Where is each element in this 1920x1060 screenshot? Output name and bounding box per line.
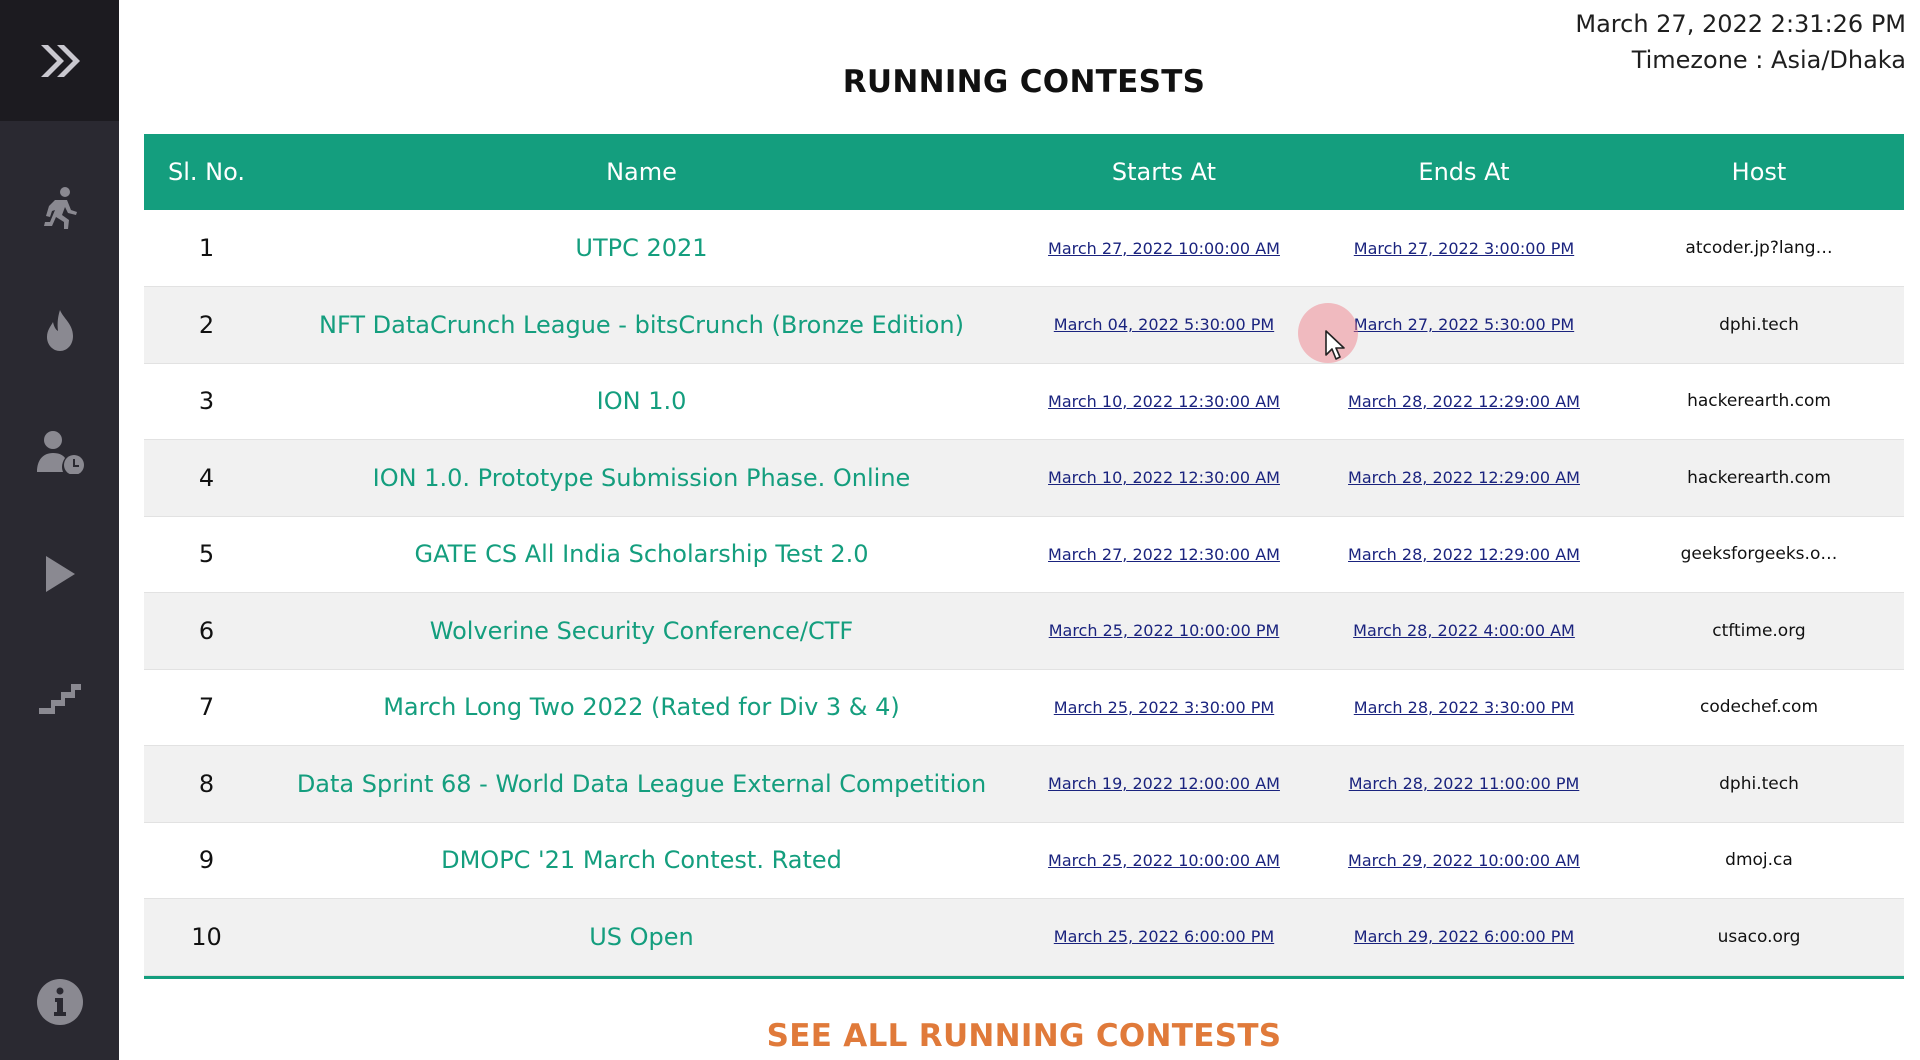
table-row: 4 ION 1.0. Prototype Submission Phase. O… [144, 439, 1904, 516]
contest-name-link[interactable]: US Open [589, 923, 694, 951]
table-row: 3 ION 1.0 March 10, 2022 12:30:00 AM Mar… [144, 363, 1904, 440]
host-cell: dmoj.ca [1725, 850, 1793, 871]
see-all-running-contests-link[interactable]: SEE ALL RUNNING CONTESTS [144, 1018, 1904, 1054]
start-time-link[interactable]: March 25, 2022 10:00:00 AM [1048, 851, 1280, 870]
host-cell: geeksforgeeks.o… [1680, 544, 1838, 565]
current-datetime: March 27, 2022 2:31:26 PM [1575, 10, 1906, 38]
user-clock-icon [36, 431, 84, 474]
header-sl-no: Sl. No. [167, 158, 245, 186]
host-cell: atcoder.jp?lang… [1685, 238, 1833, 258]
host-cell: dphi.tech [1719, 314, 1799, 335]
end-time-link[interactable]: March 28, 2022 3:30:00 PM [1354, 698, 1574, 717]
end-time-link[interactable]: March 29, 2022 10:00:00 AM [1348, 851, 1580, 870]
page-title: RUNNING CONTESTS [842, 64, 1206, 100]
row-sl-no: 9 [198, 846, 215, 875]
end-time-link[interactable]: March 28, 2022 12:29:00 AM [1348, 545, 1580, 564]
table-row: 10 US Open March 25, 2022 6:00:00 PM Mar… [144, 898, 1904, 975]
contest-name-link[interactable]: UTPC 2021 [575, 234, 707, 262]
contest-name-link[interactable]: ION 1.0 [597, 387, 687, 415]
start-time-link[interactable]: March 27, 2022 10:00:00 AM [1048, 239, 1280, 258]
start-time-link[interactable]: March 25, 2022 3:30:00 PM [1054, 698, 1274, 717]
sidebar-item-live[interactable] [0, 544, 119, 604]
end-time-link[interactable]: March 28, 2022 11:00:00 PM [1349, 774, 1580, 793]
table-row: 9 DMOPC '21 March Contest. Rated March 2… [144, 822, 1904, 899]
contest-name-link[interactable]: March Long Two 2022 (Rated for Div 3 & 4… [383, 693, 900, 721]
table-row: 8 Data Sprint 68 - World Data League Ext… [144, 745, 1904, 822]
row-sl-no: 6 [198, 616, 215, 645]
row-sl-no: 4 [198, 463, 215, 492]
header-ends-at: Ends At [1418, 158, 1510, 186]
row-sl-no: 1 [198, 234, 215, 262]
row-sl-no: 10 [191, 922, 222, 951]
host-cell: dphi.tech [1719, 773, 1799, 794]
contest-name-link[interactable]: Data Sprint 68 - World Data League Exter… [297, 770, 986, 798]
sidebar-item-info[interactable] [0, 972, 119, 1032]
host-cell: hackerearth.com [1687, 467, 1831, 488]
table-row: 6 Wolverine Security Conference/CTF Marc… [144, 592, 1904, 669]
end-time-link[interactable]: March 29, 2022 6:00:00 PM [1354, 927, 1574, 946]
table-row: 2 NFT DataCrunch League - bitsCrunch (Br… [144, 286, 1904, 363]
sidebar-expand-button[interactable] [0, 0, 119, 121]
start-time-link[interactable]: March 25, 2022 10:00:00 PM [1049, 621, 1280, 640]
sidebar [0, 0, 119, 1060]
contest-name-link[interactable]: GATE CS All India Scholarship Test 2.0 [414, 540, 868, 568]
host-cell: ctftime.org [1712, 620, 1806, 641]
host-cell: usaco.org [1717, 926, 1801, 947]
row-sl-no: 7 [198, 693, 215, 722]
table-header-row: Sl. No. Name Starts At Ends At Host [144, 134, 1904, 210]
end-time-link[interactable]: March 28, 2022 12:29:00 AM [1348, 392, 1580, 411]
table-body: 1 UTPC 2021 March 27, 2022 10:00:00 AM M… [144, 210, 1904, 975]
mouse-pointer-icon [1325, 330, 1345, 360]
start-time-link[interactable]: March 27, 2022 12:30:00 AM [1048, 545, 1280, 564]
end-time-link[interactable]: March 28, 2022 4:00:00 AM [1353, 621, 1575, 640]
double-chevron-right-icon [40, 44, 80, 77]
info-icon [36, 979, 83, 1025]
end-time-link[interactable]: March 28, 2022 12:29:00 AM [1348, 468, 1580, 487]
start-time-link[interactable]: March 04, 2022 5:30:00 PM [1054, 315, 1274, 334]
sidebar-item-ranking[interactable] [0, 666, 119, 726]
end-time-link[interactable]: March 27, 2022 3:00:00 PM [1354, 239, 1574, 258]
row-sl-no: 8 [198, 769, 215, 798]
host-cell: hackerearth.com [1687, 391, 1831, 412]
contest-name-link[interactable]: NFT DataCrunch League - bitsCrunch (Bron… [319, 311, 964, 339]
start-time-link[interactable]: March 10, 2022 12:30:00 AM [1048, 392, 1280, 411]
start-time-link[interactable]: March 25, 2022 6:00:00 PM [1054, 927, 1274, 946]
sidebar-item-hot[interactable] [0, 300, 119, 360]
sidebar-item-upcoming[interactable] [0, 422, 119, 482]
row-sl-no: 5 [198, 540, 215, 569]
header-starts-at: Starts At [1111, 158, 1217, 186]
header-host: Host [1731, 158, 1787, 186]
running-person-icon [43, 187, 77, 229]
contest-name-link[interactable]: Wolverine Security Conference/CTF [430, 617, 853, 645]
start-time-link[interactable]: March 19, 2022 12:00:00 AM [1048, 774, 1280, 793]
start-time-link[interactable]: March 10, 2022 12:30:00 AM [1048, 468, 1280, 487]
row-sl-no: 2 [198, 310, 215, 339]
host-cell: codechef.com [1699, 697, 1819, 718]
table-row: 5 GATE CS All India Scholarship Test 2.0… [144, 516, 1904, 593]
contest-name-link[interactable]: DMOPC '21 March Contest. Rated [441, 846, 842, 874]
header-name: Name [606, 158, 677, 186]
table-row: 1 UTPC 2021 March 27, 2022 10:00:00 AM M… [144, 210, 1904, 287]
fire-icon [46, 310, 73, 351]
stairs-icon [38, 684, 81, 714]
contest-name-link[interactable]: ION 1.0. Prototype Submission Phase. Onl… [373, 464, 911, 492]
end-time-link[interactable]: March 27, 2022 5:30:00 PM [1354, 315, 1574, 334]
play-icon [45, 556, 75, 592]
contests-table: Sl. No. Name Starts At Ends At Host 1 UT… [144, 134, 1904, 979]
sidebar-item-running[interactable] [0, 178, 119, 238]
table-row: 7 March Long Two 2022 (Rated for Div 3 &… [144, 669, 1904, 746]
row-sl-no: 3 [198, 387, 215, 416]
